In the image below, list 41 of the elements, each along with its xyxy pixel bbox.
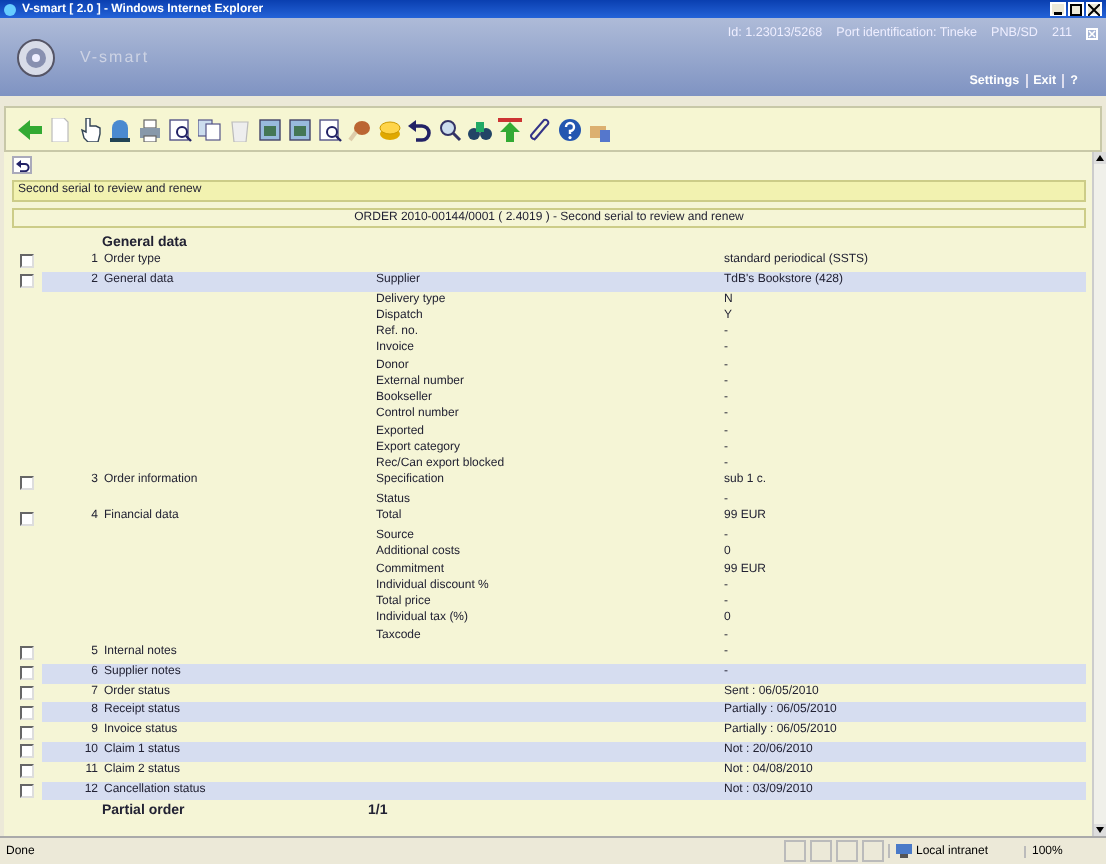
status-pane xyxy=(810,840,832,862)
maximize-icon xyxy=(1070,3,1082,15)
undo-button[interactable] xyxy=(12,156,32,174)
window-icon[interactable] xyxy=(258,117,282,141)
browser-icon xyxy=(4,3,16,15)
row-checkbox[interactable] xyxy=(19,254,33,269)
upload-arrow-icon[interactable] xyxy=(498,117,522,141)
row-checkbox[interactable] xyxy=(19,475,33,490)
maximize-button[interactable] xyxy=(1068,2,1084,16)
row-checkbox[interactable] xyxy=(19,646,33,661)
pointing-hand-icon[interactable] xyxy=(78,117,102,141)
row-checkbox[interactable] xyxy=(19,764,33,779)
close-icon xyxy=(1088,3,1100,15)
printer-icon[interactable] xyxy=(138,117,162,141)
row-checkbox[interactable] xyxy=(19,685,33,700)
binoculars-icon[interactable] xyxy=(468,117,492,141)
scrollbar[interactable] xyxy=(1092,152,1106,836)
window-icon[interactable] xyxy=(288,117,312,141)
back-arrow-icon[interactable] xyxy=(18,117,42,141)
status-pane xyxy=(784,840,806,862)
row-checkbox[interactable] xyxy=(19,666,33,681)
row-checkbox[interactable] xyxy=(19,783,33,798)
status-pane xyxy=(862,840,884,862)
app-name: V-smart xyxy=(80,48,150,66)
document-search-icon[interactable] xyxy=(318,117,342,141)
scroll-up-icon[interactable] xyxy=(1094,152,1106,164)
scroll-down-icon[interactable] xyxy=(1094,824,1106,836)
row-checkbox[interactable] xyxy=(19,725,33,740)
status-pane xyxy=(836,840,858,862)
row-checkbox[interactable] xyxy=(19,705,33,720)
paperclip-icon[interactable] xyxy=(528,117,552,141)
row-checkbox[interactable] xyxy=(19,274,33,289)
document-search-icon[interactable] xyxy=(168,117,192,141)
help-icon[interactable] xyxy=(558,117,582,141)
close-button[interactable] xyxy=(1086,2,1102,16)
minimize-button[interactable] xyxy=(1050,2,1066,16)
undo-icon[interactable] xyxy=(408,117,432,141)
row-checkbox[interactable] xyxy=(19,511,33,526)
row-checkbox[interactable] xyxy=(19,744,33,759)
magnifier-icon[interactable] xyxy=(438,117,462,141)
logo-icon xyxy=(16,37,56,77)
